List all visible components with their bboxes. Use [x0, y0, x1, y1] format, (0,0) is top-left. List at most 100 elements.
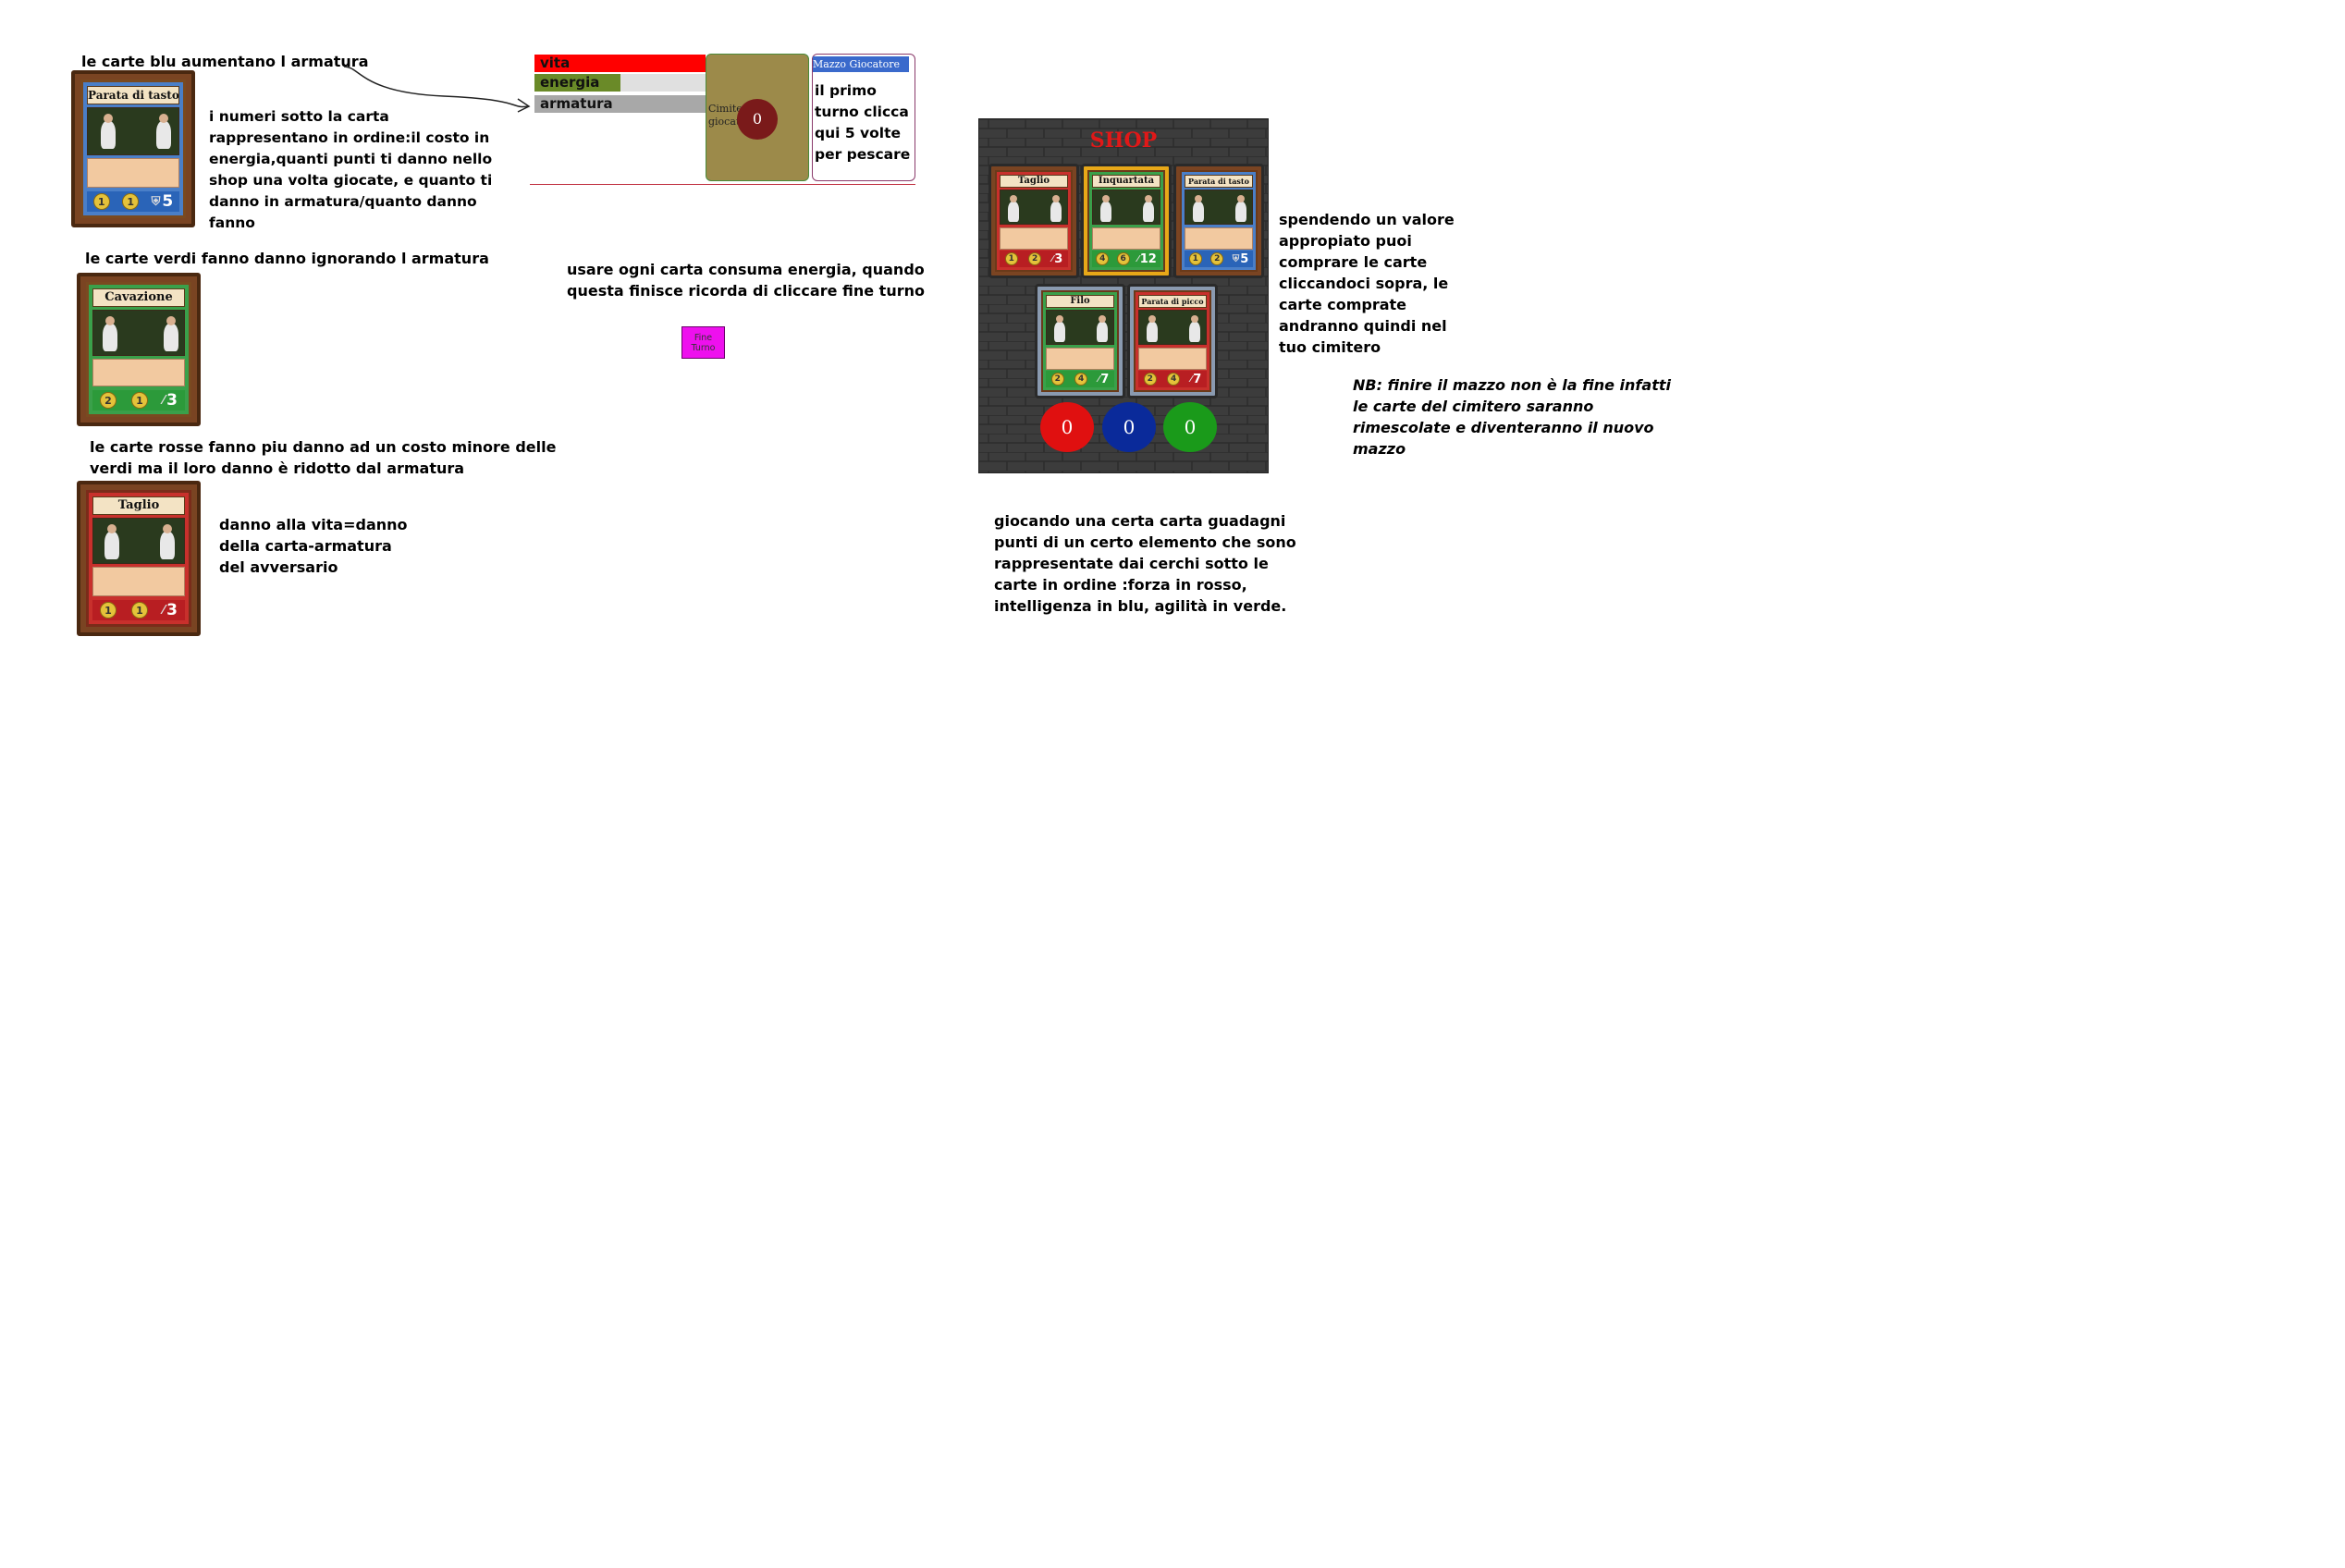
- card-description: [1185, 227, 1253, 250]
- card-title: Parata di tasto: [87, 86, 179, 104]
- shop-card-taglio[interactable]: Taglio 1 2 ⁄ 3: [988, 164, 1079, 278]
- cost-icon: 1: [92, 193, 110, 210]
- card-art: [92, 518, 185, 564]
- card-stats: 4 6 ⁄ 12: [1092, 251, 1160, 267]
- sword-icon: ⁄: [1190, 374, 1193, 385]
- card-value: 7: [1193, 372, 1202, 386]
- cost-icon: 4: [1096, 252, 1110, 265]
- points-icon: 1: [130, 602, 148, 619]
- card-value: 12: [1139, 251, 1157, 266]
- cost-icon: 1: [99, 602, 117, 619]
- card-art: [1000, 190, 1068, 225]
- card-art: [1185, 190, 1253, 225]
- card-description: [1138, 348, 1207, 370]
- card-art: [1138, 310, 1207, 345]
- sword-icon: ⁄: [162, 603, 166, 618]
- card-stats: 1 1 ⛨ 5: [87, 191, 179, 212]
- card-stats: 1 1 ⁄ 3: [92, 600, 185, 620]
- card-description: [1092, 227, 1160, 250]
- points-icon: 2: [1210, 252, 1224, 265]
- armatura-label: armatura: [540, 95, 613, 112]
- card-value: 7: [1100, 372, 1110, 386]
- note-first-turn: il primo turno clicca qui 5 volte per pe…: [815, 82, 911, 163]
- forza-points: 0: [1040, 402, 1094, 452]
- cost-icon: 2: [1143, 373, 1157, 386]
- shop-panel: SHOP Taglio 1 2 ⁄ 3 Inquartata 4 6 ⁄ 12 Parata di …: [978, 118, 1269, 473]
- intelligenza-points: 0: [1102, 402, 1156, 452]
- card-title: Inquartata: [1092, 175, 1160, 188]
- mazzo-label: Mazzo Giocatore: [813, 56, 909, 72]
- card-stats: 2 4 ⁄ 7: [1046, 371, 1114, 387]
- card-value: 5: [162, 192, 174, 211]
- sword-icon: ⁄: [1137, 253, 1139, 264]
- card-value: 3: [166, 391, 178, 410]
- example-card-cavazione: Cavazione 2 1 ⁄ 3: [77, 273, 201, 426]
- card-description: [1000, 227, 1068, 250]
- end-turn-button[interactable]: Fine Turno: [681, 326, 725, 359]
- shop-card-inquartata[interactable]: Inquartata 4 6 ⁄ 12: [1081, 164, 1172, 278]
- note-blue-cards: le carte blu aumentano l armatura: [81, 53, 369, 70]
- example-card-parata-di-tasto: Parata di tasto 1 1 ⛨ 5: [71, 70, 195, 227]
- card-value: 5: [1240, 251, 1249, 266]
- card-title: Cavazione: [92, 288, 185, 307]
- status-panel: vita energia armatura Cimitero giocatore…: [530, 52, 915, 185]
- cost-icon: 2: [99, 392, 117, 409]
- points-icon: 6: [1116, 252, 1130, 265]
- vita-bar: vita: [534, 55, 706, 72]
- card-stats: 2 4 ⁄ 7: [1138, 371, 1207, 387]
- end-turn-label: Fine Turno: [691, 332, 716, 353]
- shield-icon: ⛨: [1232, 253, 1240, 264]
- sword-icon: ⁄: [162, 393, 166, 408]
- card-stats: 1 2 ⁄ 3: [1000, 251, 1068, 267]
- card-title: Parata di picco: [1138, 295, 1207, 308]
- card-title: Taglio: [1000, 175, 1068, 188]
- note-green-cards: le carte verdi fanno danno ignorando l a…: [85, 250, 489, 267]
- points-icon: 1: [130, 392, 148, 409]
- note-energy-explain: usare ogni carta consuma energia, quando…: [567, 261, 925, 300]
- card-title: Parata di tasto: [1185, 175, 1253, 188]
- shop-title: SHOP: [1089, 129, 1158, 153]
- note-numbers-explain: i numeri sotto la carta rappresentano in…: [209, 108, 493, 231]
- cimitero-pile[interactable]: Cimitero giocatore 0: [706, 54, 809, 181]
- card-stats: 2 1 ⁄ 3: [92, 390, 185, 410]
- example-card-taglio: Taglio 1 1 ⁄ 3: [77, 481, 201, 636]
- sword-icon: ⁄: [1098, 374, 1100, 385]
- shop-card-filo[interactable]: Filo 2 4 ⁄ 7: [1035, 284, 1125, 398]
- points-icon: 4: [1074, 373, 1088, 386]
- agilita-points: 0: [1163, 402, 1217, 452]
- card-description: [87, 158, 179, 188]
- shop-card-parata-di-picco[interactable]: Parata di picco 2 4 ⁄ 7: [1127, 284, 1218, 398]
- card-description: [92, 567, 185, 596]
- points-icon: 2: [1028, 252, 1042, 265]
- sword-icon: ⁄: [1051, 253, 1054, 264]
- card-art: [1046, 310, 1114, 345]
- card-stats: 1 2 ⛨ 5: [1185, 251, 1253, 267]
- armatura-bar: armatura: [534, 95, 706, 113]
- shop-card-parata-di-tasto[interactable]: Parata di tasto 1 2 ⛨ 5: [1173, 164, 1264, 278]
- cost-icon: 2: [1050, 373, 1064, 386]
- card-art: [87, 107, 179, 155]
- card-value: 3: [166, 601, 178, 619]
- vita-label: vita: [540, 55, 571, 71]
- cimitero-count: 0: [737, 99, 778, 140]
- card-title: Taglio: [92, 496, 185, 515]
- points-icon: 1: [122, 193, 140, 210]
- points-icon: 4: [1167, 373, 1181, 386]
- card-description: [1046, 348, 1114, 370]
- note-points-explain: giocando una certa carta guadagni punti …: [994, 512, 1296, 615]
- mazzo-pile[interactable]: Mazzo Giocatore il primo turno clicca qu…: [812, 54, 915, 181]
- card-art: [92, 310, 185, 356]
- note-shop-explain: spendendo un valore appropiato puoi comp…: [1279, 211, 1455, 356]
- cost-icon: 1: [1004, 252, 1018, 265]
- note-nb: NB: finire il mazzo non è la fine infatt…: [1353, 376, 1671, 458]
- card-value: 3: [1054, 251, 1063, 266]
- energia-bar: energia: [534, 74, 706, 92]
- card-title: Filo: [1046, 295, 1114, 308]
- card-art: [1092, 190, 1160, 225]
- card-description: [92, 359, 185, 386]
- note-red-cards: le carte rosse fanno piu danno ad un cos…: [90, 438, 557, 477]
- note-damage-explain: danno alla vita=danno della carta-armatu…: [219, 516, 408, 576]
- arrow-annotation: [343, 66, 531, 113]
- energia-label: energia: [540, 74, 600, 91]
- shield-icon: ⛨: [151, 194, 161, 209]
